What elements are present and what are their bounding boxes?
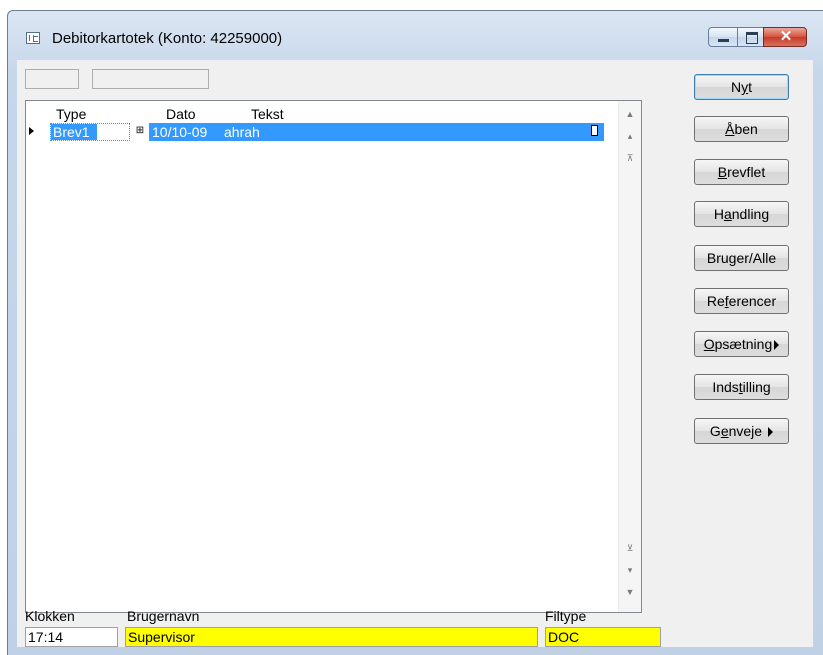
scroll-up-icon[interactable]: ⊼: [624, 153, 636, 163]
document-grid[interactable]: Type Dato Tekst Brev1 ⊞ 10/10-09 ahrah ▲…: [25, 100, 642, 613]
cell-type-value: Brev1: [51, 124, 97, 140]
genveje-label-b: nveje: [728, 423, 763, 439]
submenu-arrow-icon: [768, 427, 774, 437]
nyt-label-b: t: [748, 79, 752, 95]
cell-type[interactable]: Brev1: [50, 123, 130, 141]
memo-icon[interactable]: [591, 125, 598, 136]
cell-dato: 10/10-09: [152, 124, 208, 140]
scroll-page-up-icon[interactable]: ▴: [624, 131, 636, 141]
minimize-button[interactable]: [708, 27, 738, 47]
handling-label-a: H: [713, 206, 724, 222]
brevflet-accel: B: [717, 164, 728, 180]
referencer-button[interactable]: Referencer: [694, 288, 789, 314]
main-window: Debitorkartotek (Konto: 42259000) ✕ Type…: [7, 10, 823, 655]
title-bar[interactable]: Debitorkartotek (Konto: 42259000) ✕: [8, 11, 823, 59]
handling-button[interactable]: Handling: [694, 201, 789, 227]
scroll-page-down-icon[interactable]: ▾: [624, 565, 636, 575]
clock-label: Klokken: [25, 608, 75, 624]
nyt-button[interactable]: Nyt: [694, 74, 789, 100]
opsaetning-button[interactable]: Opsætning: [694, 331, 789, 357]
minimize-icon: [718, 39, 729, 42]
handling-accel: a: [723, 206, 732, 222]
close-button[interactable]: ✕: [763, 27, 807, 47]
cell-dato-tekst[interactable]: 10/10-09 ahrah: [149, 123, 604, 141]
toolbar-slot-1[interactable]: [25, 69, 79, 89]
caption-buttons: ✕: [708, 27, 807, 50]
cell-tekst: ahrah: [224, 124, 260, 140]
brevflet-button[interactable]: Brevflet: [694, 159, 789, 185]
opsaetning-label-b: psætning: [714, 336, 773, 352]
client-area: Type Dato Tekst Brev1 ⊞ 10/10-09 ahrah ▲…: [17, 60, 813, 647]
grid-header: Type Dato Tekst: [26, 101, 603, 123]
genveje-label-a: G: [709, 423, 721, 439]
maximize-button[interactable]: [737, 27, 764, 47]
column-header-type[interactable]: Type: [56, 106, 86, 122]
scroll-first-icon[interactable]: ▲: [624, 109, 636, 119]
window-list-icon[interactable]: [26, 32, 40, 44]
table-row[interactable]: Brev1 ⊞ 10/10-09 ahrah: [27, 123, 604, 141]
bruger-alle-button[interactable]: Bruger/Alle: [694, 245, 789, 271]
genveje-button[interactable]: Genveje: [694, 418, 789, 444]
bruger-label-a: Bru: [706, 250, 729, 266]
scroll-down-icon[interactable]: ⊻: [624, 543, 636, 553]
user-field: Supervisor: [125, 627, 538, 647]
referencer-label-a: Re: [706, 293, 725, 309]
referencer-label-b: erencer: [728, 293, 777, 309]
scroll-last-icon[interactable]: ▼: [624, 587, 636, 597]
indstilling-label-a: Inds: [712, 379, 739, 395]
vertical-scrollbar[interactable]: ▲ ▴ ⊼ ⊻ ▾ ▼: [618, 101, 641, 612]
toolbar-slot-2[interactable]: [92, 69, 209, 89]
bruger-label-b: er/Alle: [736, 250, 777, 266]
close-icon: ✕: [779, 28, 793, 45]
maximize-icon: [746, 32, 758, 44]
genveje-accel: e: [720, 423, 729, 439]
aaben-button[interactable]: Åben: [694, 116, 789, 142]
nyt-label-a: N: [730, 79, 742, 95]
indstilling-button[interactable]: Indstilling: [694, 374, 789, 400]
clock-field: 17:14: [25, 627, 118, 647]
filetype-field: DOC: [545, 627, 661, 647]
opsaetning-accel: O: [703, 336, 715, 352]
brevflet-label-b: revflet: [727, 164, 766, 180]
submenu-arrow-icon: [774, 340, 780, 350]
column-header-dato[interactable]: Dato: [166, 106, 196, 122]
handling-label-b: ndling: [731, 206, 770, 222]
indstilling-label-b: illing: [742, 379, 771, 395]
row-indicator-icon: [29, 127, 34, 135]
dropdown-arrow-icon[interactable]: ⊞: [133, 124, 147, 138]
column-header-tekst[interactable]: Tekst: [251, 106, 284, 122]
aaben-label-b: ben: [734, 121, 758, 137]
window-title: Debitorkartotek (Konto: 42259000): [52, 30, 283, 47]
filetype-label: Filtype: [545, 608, 587, 624]
user-label: Brugernavn: [127, 608, 200, 624]
